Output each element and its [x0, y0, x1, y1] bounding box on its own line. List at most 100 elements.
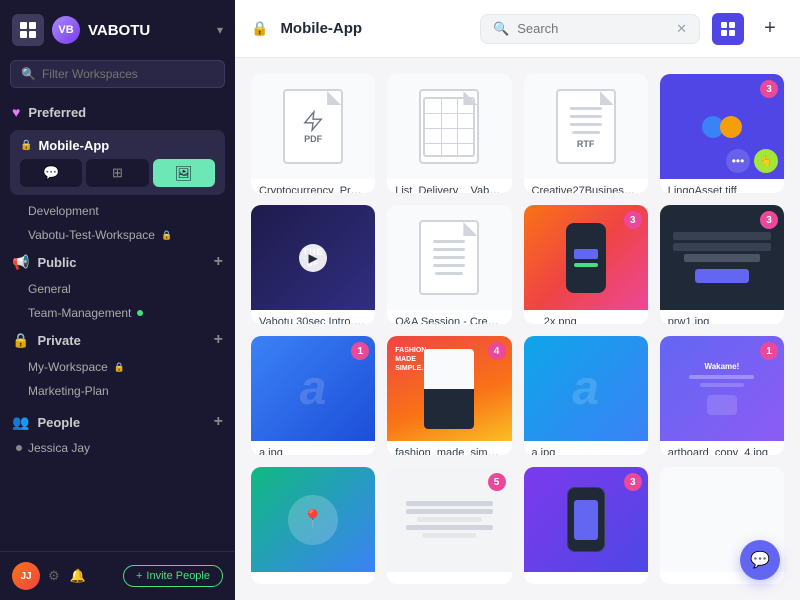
file-card-video[interactable]: THE OF ▶ Vabotu 30sec Intro.mp4 [251, 205, 375, 324]
file-name-a1: a.jpg [251, 441, 375, 455]
search-icon: 🔍 [21, 67, 36, 81]
header-search-icon: 🔍 [493, 21, 509, 37]
development-label: Development [28, 204, 99, 218]
sidebar-item-jessica[interactable]: Jessica Jay [0, 437, 235, 459]
sidebar-item-vabotu-test[interactable]: Vabotu-Test-Workspace 🔒 [0, 223, 235, 247]
file-name-lingo: LingoAsset.tiff [660, 179, 784, 193]
badge-notes: 5 [488, 473, 506, 491]
workspace-filter-input[interactable] [42, 67, 214, 81]
megaphone-icon: 📢 [12, 254, 29, 271]
add-public-button[interactable]: + [214, 253, 223, 271]
add-file-button[interactable]: + [756, 15, 784, 43]
file-name-video: Vabotu 30sec Intro.mp4 [251, 310, 375, 324]
file-card-2x[interactable]: 3 __2x.png [524, 205, 648, 324]
marketing-plan-label: Marketing-Plan [28, 384, 109, 398]
file-card-a1[interactable]: a 1 a.jpg [251, 336, 375, 455]
chevron-down-icon[interactable]: ▾ [217, 23, 223, 37]
file-card-qa[interactable]: Q&A Session - Creative27... [387, 205, 511, 324]
tab-chat[interactable]: 💬 [20, 159, 82, 187]
file-card-artboard[interactable]: Wakame! 1 artboard_copy_4.jpg [660, 336, 784, 455]
preferred-label: Preferred [28, 105, 86, 120]
file-card-map[interactable]: 📍 [251, 467, 375, 584]
kebab-menu-icon[interactable]: ••• [726, 149, 750, 173]
preferred-section: ♥ Preferred [0, 98, 235, 126]
jessica-status-dot [16, 445, 22, 451]
user-cursor-icon: 👆 [754, 149, 778, 173]
file-name-a2: a.jpg [524, 441, 648, 455]
file-name-rtf: Creative27BusinessPlan... [524, 179, 648, 193]
file-card-xlsx[interactable]: List_Delivery__Vabotu.xlsx [387, 74, 511, 193]
file-name-notes [387, 572, 511, 584]
jessica-name: Jessica Jay [28, 441, 90, 455]
tab-grid[interactable]: ⊞ [86, 159, 148, 187]
badge-prw1: 3 [760, 211, 778, 229]
general-label: General [28, 282, 71, 296]
workspace-view-tabs: 💬 ⊞ 🖼 [20, 159, 215, 187]
file-card-rtf[interactable]: RTF Creative27BusinessPlan... [524, 74, 648, 193]
bell-icon[interactable]: 🔔 [70, 568, 86, 584]
app-logo-icon [12, 14, 44, 46]
main-header: 🔒 Mobile-App 🔍 ✕ + [235, 0, 800, 58]
file-name-artboard: artboard_copy_4.jpg [660, 441, 784, 455]
sidebar-item-development[interactable]: Development [0, 199, 235, 223]
lock-section-icon: 🔒 [12, 332, 29, 349]
file-name-qa: Q&A Session - Creative27... [387, 310, 511, 324]
file-card-fashion[interactable]: FASHIONMADESIMPLE. 4 fashion_made_simple… [387, 336, 511, 455]
user-avatar: VB [52, 16, 80, 44]
settings-icons: ⚙ 🔔 [48, 568, 86, 584]
add-private-button[interactable]: + [214, 331, 223, 349]
breadcrumb-lock-icon: 🔒 [251, 20, 268, 37]
sidebar-item-marketing-plan[interactable]: Marketing-Plan [0, 379, 235, 403]
file-grid: PDF Cryptocurrency_Project_... [235, 58, 800, 600]
people-section: 👥 People + [0, 407, 235, 437]
search-clear-icon[interactable]: ✕ [676, 21, 687, 37]
invite-people-button[interactable]: + Invite People [123, 565, 223, 587]
people-icon: 👥 [12, 414, 29, 431]
file-card-notes[interactable]: 5 [387, 467, 511, 584]
sidebar-footer: JJ ⚙ 🔔 + Invite People [0, 551, 235, 600]
sidebar-item-general[interactable]: General [0, 277, 235, 301]
workspace-filter: 🔍 [10, 60, 225, 88]
add-people-button[interactable]: + [214, 413, 223, 431]
tab-image[interactable]: 🖼 [153, 159, 215, 187]
vabotu-test-label: Vabotu-Test-Workspace [28, 228, 155, 242]
file-card-mobile-purple[interactable]: 3 [524, 467, 648, 584]
settings-icon[interactable]: ⚙ [48, 568, 60, 584]
sidebar-header: VB VABOTU ▾ [0, 0, 235, 60]
file-card-a2[interactable]: a a.jpg [524, 336, 648, 455]
chat-icon: 💬 [750, 550, 770, 570]
sidebar-item-my-workspace[interactable]: My-Workspace 🔒 [0, 355, 235, 379]
file-card-prw1[interactable]: 3 prw1.jpg [660, 205, 784, 324]
public-section: 📢 Public + [0, 247, 235, 277]
public-label: Public [37, 255, 76, 270]
main-content: 🔒 Mobile-App 🔍 ✕ + P [235, 0, 800, 600]
badge-fashion: 4 [488, 342, 506, 360]
mobile-app-workspace[interactable]: 🔒 Mobile-App 💬 ⊞ 🖼 [10, 130, 225, 195]
grid-view-button[interactable] [712, 13, 744, 45]
badge-2x: 3 [624, 211, 642, 229]
search-input[interactable] [517, 21, 668, 36]
file-card-lingo[interactable]: ••• 👆 3 LingoAsset.tiff [660, 74, 784, 193]
sidebar-item-team-management[interactable]: Team-Management [0, 301, 235, 325]
badge-artboard: 1 [760, 342, 778, 360]
people-label: People [37, 415, 80, 430]
chat-fab-button[interactable]: 💬 [740, 540, 780, 580]
my-workspace-label: My-Workspace [28, 360, 108, 374]
badge-mobile-purple: 3 [624, 473, 642, 491]
file-name-fashion: fashion_made_simple.jpg [387, 441, 511, 455]
search-bar: 🔍 ✕ [480, 14, 700, 44]
workspace-name: Mobile-App [38, 138, 109, 153]
file-name-map [251, 572, 375, 584]
lock-icon-small: 🔒 [161, 230, 172, 241]
file-card-crypto[interactable]: PDF Cryptocurrency_Project_... [251, 74, 375, 193]
lock-icon: 🔒 [20, 140, 32, 151]
breadcrumb: Mobile-App [280, 20, 362, 37]
file-name-mobile-purple [524, 572, 648, 584]
sidebar-app-title: VABOTU [88, 22, 209, 39]
file-name-prw1: prw1.jpg [660, 310, 784, 324]
private-section: 🔒 Private + [0, 325, 235, 355]
file-name-crypto: Cryptocurrency_Project_... [251, 179, 375, 193]
team-management-label: Team-Management [28, 306, 131, 320]
badge-lingo: 3 [760, 80, 778, 98]
lock-my-icon: 🔒 [114, 362, 125, 373]
